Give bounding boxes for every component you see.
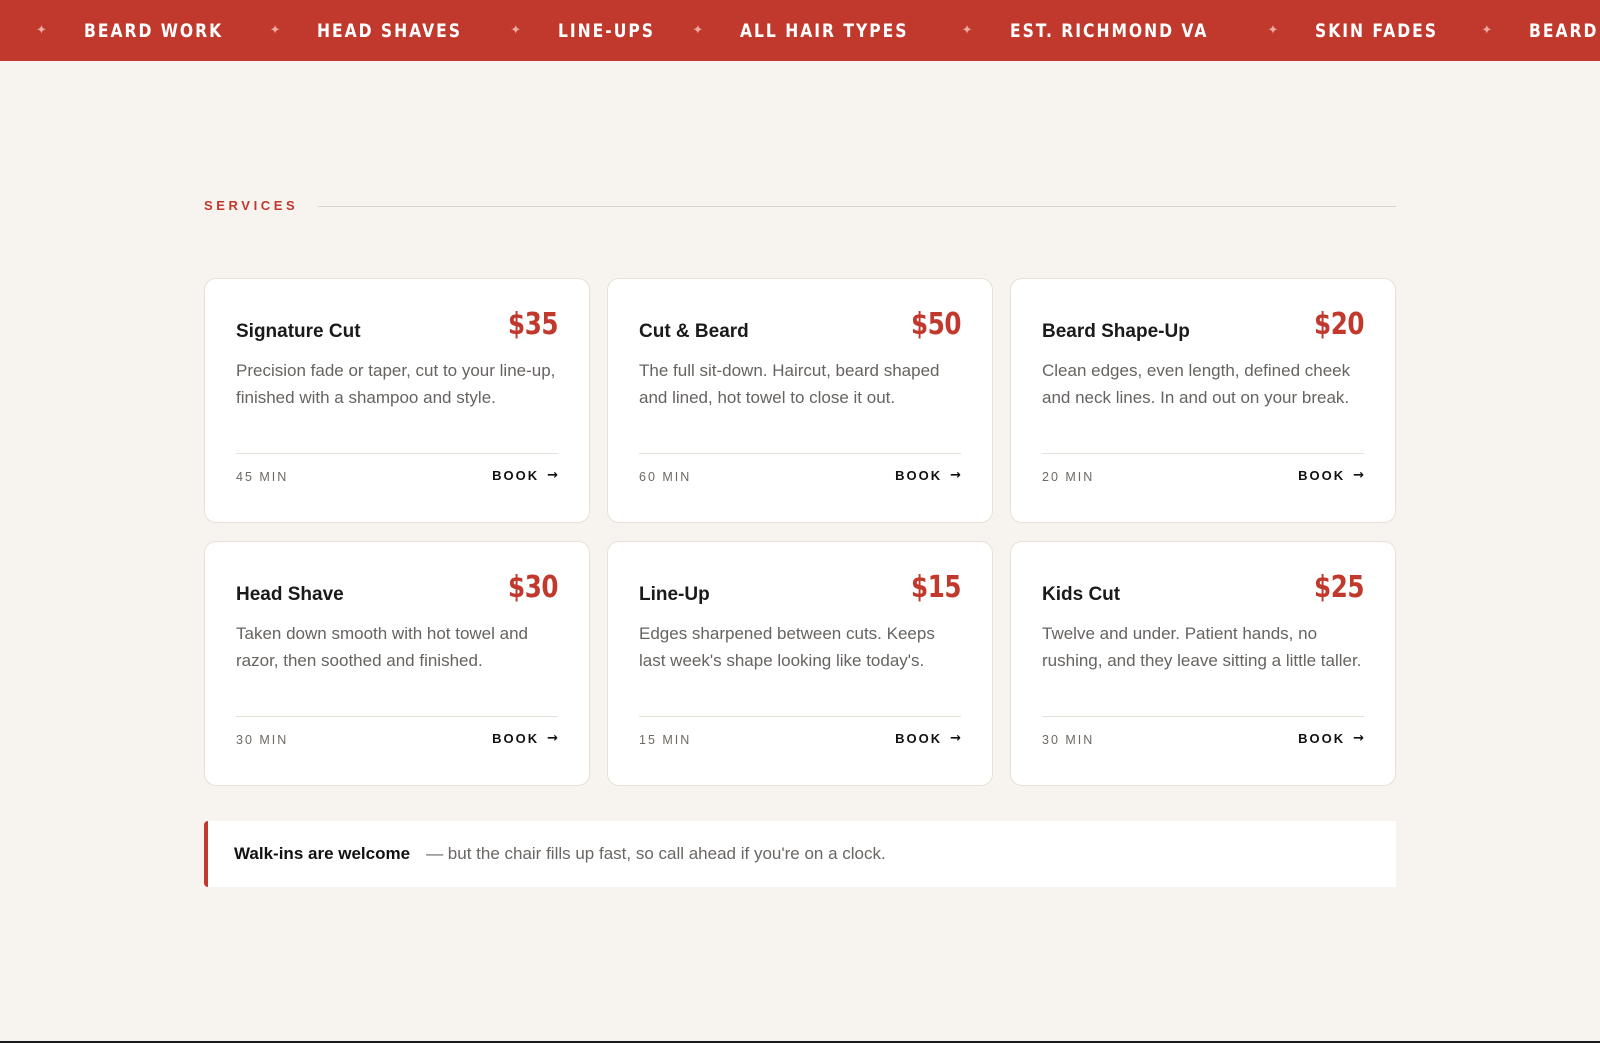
service-description: Twelve and under. Patient hands, no rush… — [1042, 624, 1362, 670]
card-divider — [236, 716, 558, 717]
arrow-right-icon: → — [1353, 468, 1364, 483]
service-title: Line-Up — [639, 584, 710, 605]
service-title: Cut & Beard — [639, 321, 749, 342]
service-duration: 20 MIN — [1042, 470, 1095, 484]
arrow-right-icon: → — [547, 731, 558, 746]
sparkle-icon: ✦ — [692, 23, 704, 38]
book-button[interactable]: BOOK → — [895, 468, 961, 483]
marquee-item: BEARD WORK — [83, 19, 224, 42]
service-description: Taken down smooth with hot towel and raz… — [236, 624, 529, 670]
marquee-item: LINE-UPS — [558, 19, 656, 42]
book-button[interactable]: BOOK → — [895, 731, 961, 746]
marquee-item: SKIN FADES — [1315, 19, 1439, 42]
service-card: Signature Cut $35 Precision fade or taper,… — [204, 278, 590, 523]
service-description: Edges sharpened between cuts. Keeps last… — [639, 624, 935, 670]
service-price: $20 — [1313, 307, 1365, 342]
sparkle-icon: ✦ — [510, 23, 522, 38]
sparkle-icon: ✦ — [1481, 23, 1493, 38]
service-description: The full sit-down. Haircut, beard shaped… — [639, 361, 940, 407]
marquee-banner: ✦ BEARD WORK ✦ HEAD SHAVES ✦ LINE-UPS ✦ ALL HAI… — [0, 0, 1600, 61]
service-card: Kids Cut $25 Twelve and under. Patient han… — [1010, 541, 1396, 786]
service-duration: 15 MIN — [639, 733, 692, 747]
service-price: $35 — [507, 307, 559, 342]
book-button-label: BOOK — [1298, 468, 1346, 483]
service-card: Line-Up $15 Edges sharpened between cuts. … — [607, 541, 993, 786]
sparkle-icon: ✦ — [961, 23, 973, 38]
service-price: $25 — [1313, 570, 1365, 605]
walk-in-note: Walk-ins are welcome — but the chair fil… — [204, 821, 1396, 887]
service-title: Head Shave — [236, 584, 344, 605]
arrow-right-icon: → — [547, 468, 558, 483]
walk-in-note-text: — but the chair fills up fast, so call a… — [426, 844, 886, 863]
section-header: SERVICES — [204, 198, 1396, 213]
marquee-item: HEAD SHAVES — [317, 19, 463, 42]
section-divider — [318, 206, 1396, 207]
service-price: $30 — [507, 570, 559, 605]
arrow-right-icon: → — [950, 468, 961, 483]
book-button[interactable]: BOOK → — [1298, 731, 1364, 746]
book-button-label: BOOK — [895, 731, 943, 746]
card-divider — [1042, 453, 1364, 454]
service-card: Head Shave $30 Taken down smooth with hot … — [204, 541, 590, 786]
service-duration: 30 MIN — [236, 733, 289, 747]
service-duration: 30 MIN — [1042, 733, 1095, 747]
marquee-track: ✦ BEARD WORK ✦ HEAD SHAVES ✦ LINE-UPS ✦ ALL HAI… — [36, 0, 1600, 61]
service-card: Beard Shape-Up $20 Clean edges, even lengt… — [1010, 278, 1396, 523]
card-divider — [639, 716, 961, 717]
walk-in-note-title: Walk-ins are welcome — [234, 844, 411, 863]
service-duration: 45 MIN — [236, 470, 289, 484]
card-divider — [236, 453, 558, 454]
service-description: Clean edges, even length, defined cheek … — [1042, 361, 1351, 407]
marquee-item: ALL HAIR TYPES — [740, 19, 909, 42]
sparkle-icon: ✦ — [269, 23, 281, 38]
book-button-label: BOOK — [492, 731, 540, 746]
service-title: Signature Cut — [236, 321, 361, 342]
marquee-item: EST. RICHMOND VA — [1009, 19, 1208, 42]
marquee-item: BEARD WORK — [1529, 19, 1600, 42]
card-divider — [639, 453, 961, 454]
book-button-label: BOOK — [1298, 731, 1346, 746]
book-button-label: BOOK — [895, 468, 943, 483]
service-price: $50 — [910, 307, 962, 342]
service-description: Precision fade or taper, cut to your lin… — [236, 361, 556, 407]
book-button[interactable]: BOOK → — [492, 731, 558, 746]
arrow-right-icon: → — [1353, 731, 1364, 746]
service-card: Cut & Beard $50 The full sit-down. Haircut… — [607, 278, 993, 523]
book-button[interactable]: BOOK → — [492, 468, 558, 483]
service-duration: 60 MIN — [639, 470, 692, 484]
arrow-right-icon: → — [950, 731, 961, 746]
service-title: Kids Cut — [1042, 584, 1121, 605]
section-label: SERVICES — [204, 198, 299, 213]
services-grid: Signature Cut $35 Precision fade or taper,… — [204, 278, 1396, 786]
service-title: Beard Shape-Up — [1042, 321, 1190, 342]
sparkle-icon: ✦ — [36, 23, 47, 38]
sparkle-icon: ✦ — [1267, 23, 1279, 38]
book-button-label: BOOK — [492, 468, 540, 483]
service-price: $15 — [910, 570, 962, 605]
book-button[interactable]: BOOK → — [1298, 468, 1364, 483]
card-divider — [1042, 716, 1364, 717]
